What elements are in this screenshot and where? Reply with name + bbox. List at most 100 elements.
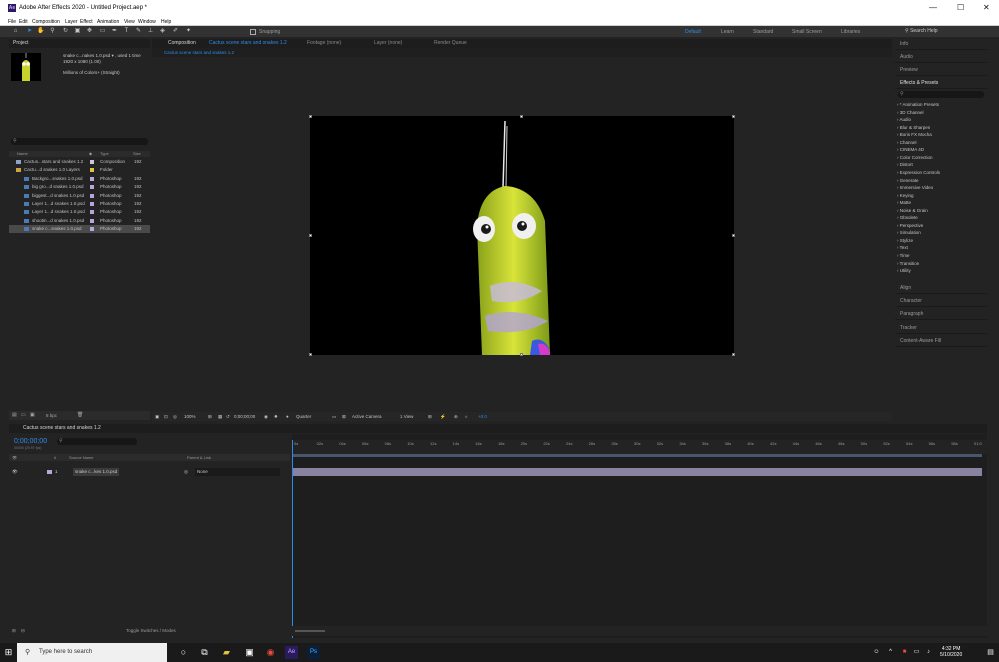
trash-icon[interactable]: 🗑 [77, 412, 83, 418]
transform-handle-bottom-right[interactable] [732, 353, 735, 356]
project-item-row[interactable]: shootin...d snakes 1.0.psd Photoshop 192 [9, 217, 150, 225]
current-time-indicator[interactable] [292, 440, 293, 638]
panel-align[interactable]: Align [895, 283, 987, 294]
project-item-row[interactable]: Layer 1...d snakes 1.0.psd Photoshop 192 [9, 208, 150, 216]
col-size[interactable]: Size [133, 151, 141, 157]
col-source-name[interactable]: Source Name [69, 454, 93, 461]
frame-blending-icon[interactable]: ⊟ [21, 626, 25, 636]
panel-paragraph[interactable]: Paragraph [895, 309, 987, 320]
task-view-icon[interactable]: ⧉ [198, 646, 211, 659]
zoom-slider[interactable] [295, 630, 325, 632]
project-item-label-color[interactable] [90, 160, 94, 164]
chrome-icon[interactable]: ◉ [264, 646, 277, 659]
photoshop-taskbar-icon[interactable]: Ps [307, 646, 320, 659]
project-search-input[interactable]: ⚲ [11, 138, 148, 145]
cortana-icon[interactable]: ○ [177, 646, 190, 659]
clone-stamp-tool-icon[interactable]: ⊥ [147, 28, 154, 35]
effects-category-item[interactable]: › * Animation Presets [897, 101, 939, 109]
puppet-pin-tool-icon[interactable]: ✦ [185, 28, 192, 35]
3d-view-icon[interactable]: ⊡ [164, 412, 168, 421]
timeline-graph-area[interactable]: 0s 02s 04s 06s 08s 10s 12s 14s 16s 18s 20s 22s 24s 26… [292, 434, 987, 638]
pan-behind-tool-icon[interactable]: ✥ [86, 28, 93, 35]
label-column-icon[interactable]: ◆ [89, 151, 92, 157]
transform-handle-bottom-left[interactable] [309, 353, 312, 356]
effects-category-item[interactable]: › Noise & Grain [897, 207, 928, 215]
col-parent-link[interactable]: Parent & Link [187, 454, 211, 461]
transparency-grid-icon[interactable]: ▦ [218, 412, 222, 421]
timeline-tab[interactable]: Cactus scene stars and snakes 1.2 [9, 424, 987, 433]
effects-category-item[interactable]: › Channel [897, 139, 917, 147]
project-item-row[interactable]: Cactus...stars and snakes 1.2 Composition… [9, 158, 150, 166]
effects-category-item[interactable]: › Boris FX Mocha [897, 131, 932, 139]
effects-category-item[interactable]: › 3D Channel [897, 109, 924, 117]
toggle-pixel-aspect-icon[interactable]: ⊞ [428, 412, 432, 421]
layer-duration-bar[interactable] [292, 468, 982, 476]
panel-audio[interactable]: Audio [895, 52, 987, 63]
project-item-label-color[interactable] [90, 168, 94, 173]
tab-footage[interactable]: Footage (none) [307, 39, 341, 48]
effects-category-item[interactable]: › Keying [897, 192, 914, 200]
col-type[interactable]: Type [100, 151, 109, 157]
type-tool-icon[interactable]: T [123, 28, 130, 35]
transform-handle-right[interactable] [732, 234, 735, 237]
project-item-label-color[interactable] [90, 193, 94, 198]
project-item-label-color[interactable] [90, 218, 94, 223]
refresh-icon[interactable]: ↺ [226, 412, 230, 421]
color-picker-icon[interactable]: ● [286, 412, 289, 421]
fast-previews-icon[interactable]: ⚡ [440, 412, 446, 421]
after-effects-taskbar-icon[interactable]: Ae [285, 646, 298, 659]
roi-icon[interactable]: ▭ [332, 412, 336, 421]
project-item-label-color[interactable] [90, 176, 94, 181]
menu-effect[interactable]: Effect [80, 18, 93, 26]
project-item-row[interactable]: Backgro...snakes 1.0.psd Photoshop 192 [9, 175, 150, 183]
show-channel-icon[interactable]: ✸ [274, 412, 278, 421]
new-folder-icon[interactable]: ▭ [21, 412, 26, 418]
resolution-icon[interactable]: ⊞ [208, 412, 212, 421]
transform-handle-top[interactable] [520, 115, 523, 118]
workspace-libraries[interactable]: Libraries [841, 29, 860, 35]
effects-category-item[interactable]: › Generate [897, 177, 919, 185]
tab-render-queue[interactable]: Render Queue [434, 39, 467, 48]
panel-content-aware-fill[interactable]: Content-Aware Fill [895, 336, 987, 347]
workspace-small-screen[interactable]: Small Screen [792, 29, 822, 35]
effects-category-item[interactable]: › Transition [897, 260, 919, 268]
render-time-icon[interactable]: ⊞ [12, 626, 16, 636]
project-item-row[interactable]: Layer 1...d snakes 1.0.psd Photoshop 192 [9, 200, 150, 208]
zoom-dropdown[interactable]: 100% [184, 412, 196, 421]
windows-start-icon[interactable]: ⊞ [2, 646, 15, 659]
rotate-tool-icon[interactable]: ↻ [62, 28, 69, 35]
resolution-dropdown[interactable]: Quarter [296, 412, 311, 421]
timeline-current-time[interactable]: 0;00;00;00 [14, 438, 47, 445]
pen-tool-icon[interactable]: ✒ [111, 28, 118, 35]
taskbar-clock[interactable]: 4:32 PM 5/10/2020 [940, 646, 962, 658]
effects-category-item[interactable]: › Immersive Video [897, 184, 933, 192]
maximize-button[interactable]: ☐ [957, 3, 964, 12]
layer-label-color[interactable] [47, 470, 52, 474]
project-tab[interactable]: Project [9, 39, 150, 48]
effects-category-item[interactable]: › CINEMA 4D [897, 146, 924, 154]
search-help-field[interactable]: ⚲ Search Help [905, 27, 995, 36]
project-item-row[interactable]: big gro...d snakes 1.0.psd Photoshop 192 [9, 183, 150, 191]
pickwhip-icon[interactable]: ◎ [184, 468, 188, 476]
menu-window[interactable]: Window [138, 18, 156, 26]
home-icon[interactable]: ⌂ [12, 28, 19, 35]
menu-edit[interactable]: Edit [19, 18, 28, 26]
toggle-switches-modes[interactable]: Toggle Switches / Modes [126, 626, 176, 636]
project-item-label-color[interactable] [90, 210, 94, 215]
panel-effects-presets[interactable]: Effects & Presets [895, 78, 987, 89]
close-button[interactable]: ✕ [983, 3, 990, 12]
flowchart-icon[interactable]: ⊕ [454, 412, 458, 421]
effects-category-item[interactable]: › Stylize [897, 237, 913, 245]
workspace-default[interactable]: Default [685, 29, 701, 35]
effects-category-item[interactable]: › Utility [897, 267, 911, 275]
project-item-label-color[interactable] [90, 227, 94, 232]
snapping-checkbox[interactable] [250, 29, 256, 35]
panel-info[interactable]: Info [895, 39, 987, 50]
camera-dropdown[interactable]: Active Camera [352, 412, 382, 421]
work-area-bar[interactable] [292, 454, 982, 457]
effects-category-item[interactable]: › Color Correction [897, 154, 933, 162]
effects-category-item[interactable]: › Time [897, 252, 910, 260]
project-item-row[interactable]: Cactu...d snakes 1.0 Layers Folder [9, 166, 150, 174]
effects-category-item[interactable]: › Text [897, 244, 908, 252]
current-time-display[interactable]: 0;00;00;00 [234, 412, 255, 421]
